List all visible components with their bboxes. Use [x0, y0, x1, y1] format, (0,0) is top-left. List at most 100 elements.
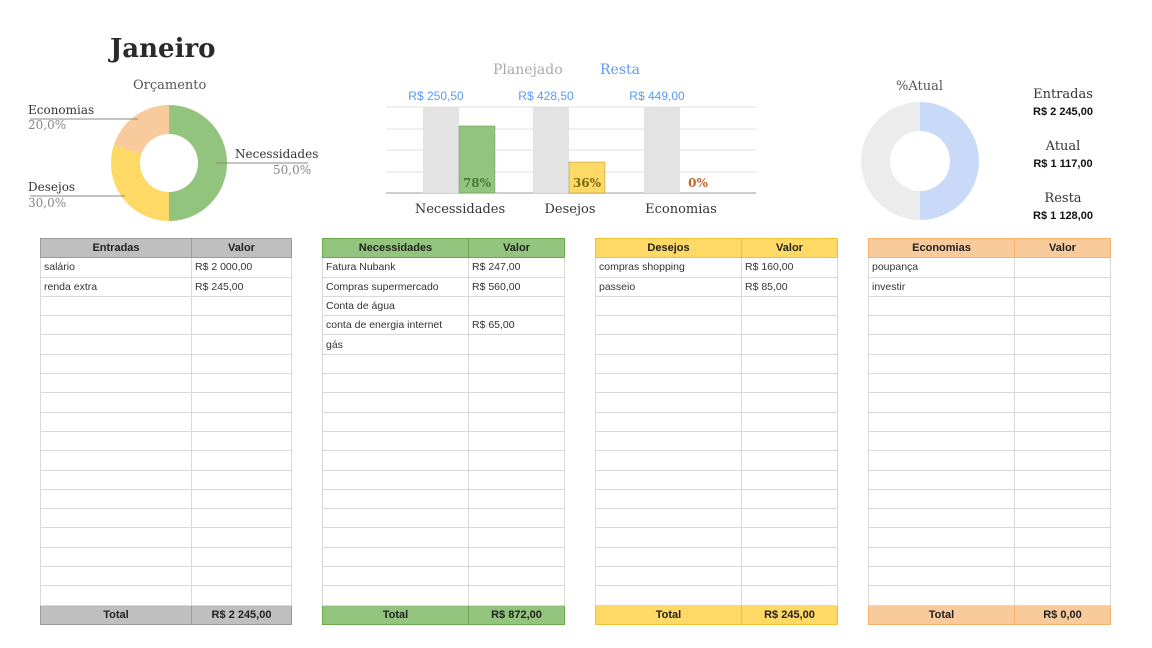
economias-total-value[interactable]: R$ 0,00 — [1014, 604, 1111, 625]
table-cell-value[interactable] — [191, 546, 292, 568]
table-cell-value[interactable] — [468, 430, 565, 452]
table-cell-value[interactable]: R$ 85,00 — [741, 276, 838, 297]
desejos-header-item[interactable]: Desejos — [595, 237, 742, 259]
table-cell-item[interactable] — [595, 488, 742, 510]
table-cell-value[interactable] — [1014, 430, 1111, 452]
table-cell-item[interactable] — [595, 334, 742, 355]
table-cell-value[interactable] — [1014, 469, 1111, 490]
necessidades-header-value[interactable]: Valor — [468, 237, 565, 259]
table-cell-value[interactable] — [468, 353, 565, 375]
table-cell-value[interactable] — [191, 585, 292, 606]
table-cell-item[interactable] — [595, 411, 742, 432]
table-cell-item[interactable] — [322, 508, 469, 529]
table-cell-item[interactable] — [40, 430, 192, 452]
table-cell-value[interactable] — [468, 334, 565, 355]
table-cell-item[interactable] — [595, 353, 742, 375]
table-cell-item[interactable]: conta de energia internet — [322, 315, 469, 336]
table-cell-item[interactable]: Fatura Nubank — [322, 257, 469, 278]
table-cell-item[interactable] — [868, 450, 1015, 471]
table-cell-item[interactable] — [595, 315, 742, 336]
table-cell-value[interactable] — [1014, 353, 1111, 375]
table-cell-value[interactable] — [741, 566, 838, 587]
table-cell-value[interactable] — [191, 353, 292, 375]
table-cell-item[interactable] — [40, 373, 192, 394]
table-cell-value[interactable] — [741, 353, 838, 375]
table-cell-value[interactable] — [1014, 257, 1111, 278]
table-cell-item[interactable] — [595, 566, 742, 587]
table-cell-value[interactable] — [191, 411, 292, 432]
table-cell-item[interactable] — [868, 411, 1015, 432]
table-cell-value[interactable] — [1014, 546, 1111, 568]
table-cell-item[interactable] — [40, 469, 192, 490]
table-cell-item[interactable] — [40, 411, 192, 432]
table-cell-item[interactable] — [40, 295, 192, 317]
table-cell-value[interactable] — [741, 488, 838, 510]
table-cell-item[interactable] — [322, 411, 469, 432]
table-cell-value[interactable] — [1014, 373, 1111, 394]
table-cell-value[interactable] — [741, 295, 838, 317]
table-cell-item[interactable]: Conta de água — [322, 295, 469, 317]
table-cell-value[interactable] — [1014, 508, 1111, 529]
table-cell-value[interactable] — [1014, 450, 1111, 471]
table-cell-item[interactable] — [322, 546, 469, 568]
table-cell-item[interactable] — [40, 392, 192, 413]
economias-header-item[interactable]: Economias — [868, 237, 1015, 259]
table-cell-value[interactable] — [191, 430, 292, 452]
entradas-header-value[interactable]: Valor — [191, 237, 292, 259]
table-cell-value[interactable] — [468, 450, 565, 471]
table-cell-item[interactable] — [868, 546, 1015, 568]
table-cell-value[interactable] — [741, 411, 838, 432]
desejos-total-value[interactable]: R$ 245,00 — [741, 604, 838, 625]
table-cell-value[interactable]: R$ 160,00 — [741, 257, 838, 278]
table-cell-value[interactable] — [468, 295, 565, 317]
table-cell-item[interactable] — [322, 469, 469, 490]
table-cell-item[interactable] — [595, 450, 742, 471]
economias-total-label[interactable]: Total — [868, 604, 1015, 625]
table-cell-value[interactable]: R$ 65,00 — [468, 315, 565, 336]
table-cell-item[interactable] — [595, 430, 742, 452]
table-cell-value[interactable]: R$ 247,00 — [468, 257, 565, 278]
table-cell-value[interactable] — [191, 566, 292, 587]
necessidades-total-label[interactable]: Total — [322, 604, 469, 625]
table-cell-item[interactable]: compras shopping — [595, 257, 742, 278]
table-cell-value[interactable] — [1014, 392, 1111, 413]
table-cell-item[interactable]: gás — [322, 334, 469, 355]
table-cell-item[interactable] — [868, 469, 1015, 490]
table-cell-value[interactable] — [191, 315, 292, 336]
table-cell-value[interactable] — [741, 315, 838, 336]
economias-header-value[interactable]: Valor — [1014, 237, 1111, 259]
table-cell-item[interactable]: passeio — [595, 276, 742, 297]
table-cell-item[interactable] — [322, 566, 469, 587]
table-cell-value[interactable] — [468, 373, 565, 394]
table-cell-item[interactable] — [868, 585, 1015, 606]
table-cell-value[interactable]: R$ 2 000,00 — [191, 257, 292, 278]
desejos-total-label[interactable]: Total — [595, 604, 742, 625]
table-cell-value[interactable] — [741, 469, 838, 490]
table-cell-item[interactable] — [868, 527, 1015, 548]
table-cell-value[interactable] — [1014, 315, 1111, 336]
table-cell-value[interactable]: R$ 560,00 — [468, 276, 565, 297]
table-cell-value[interactable] — [741, 527, 838, 548]
table-cell-item[interactable] — [322, 488, 469, 510]
table-cell-item[interactable] — [40, 353, 192, 375]
table-cell-value[interactable] — [1014, 488, 1111, 510]
table-cell-value[interactable] — [191, 469, 292, 490]
table-cell-value[interactable]: R$ 245,00 — [191, 276, 292, 297]
table-cell-item[interactable] — [40, 508, 192, 529]
table-cell-value[interactable] — [1014, 411, 1111, 432]
table-cell-value[interactable] — [468, 585, 565, 606]
table-cell-item[interactable] — [40, 488, 192, 510]
desejos-header-value[interactable]: Valor — [741, 237, 838, 259]
table-cell-item[interactable] — [322, 585, 469, 606]
table-cell-item[interactable] — [40, 450, 192, 471]
table-cell-item[interactable]: Compras supermercado — [322, 276, 469, 297]
table-cell-value[interactable] — [741, 373, 838, 394]
table-cell-value[interactable] — [468, 469, 565, 490]
table-cell-item[interactable]: salário — [40, 257, 192, 278]
table-cell-item[interactable] — [40, 315, 192, 336]
table-cell-item[interactable] — [868, 295, 1015, 317]
table-cell-item[interactable]: renda extra — [40, 276, 192, 297]
table-cell-item[interactable] — [40, 566, 192, 587]
table-cell-item[interactable] — [595, 373, 742, 394]
table-cell-item[interactable] — [595, 295, 742, 317]
